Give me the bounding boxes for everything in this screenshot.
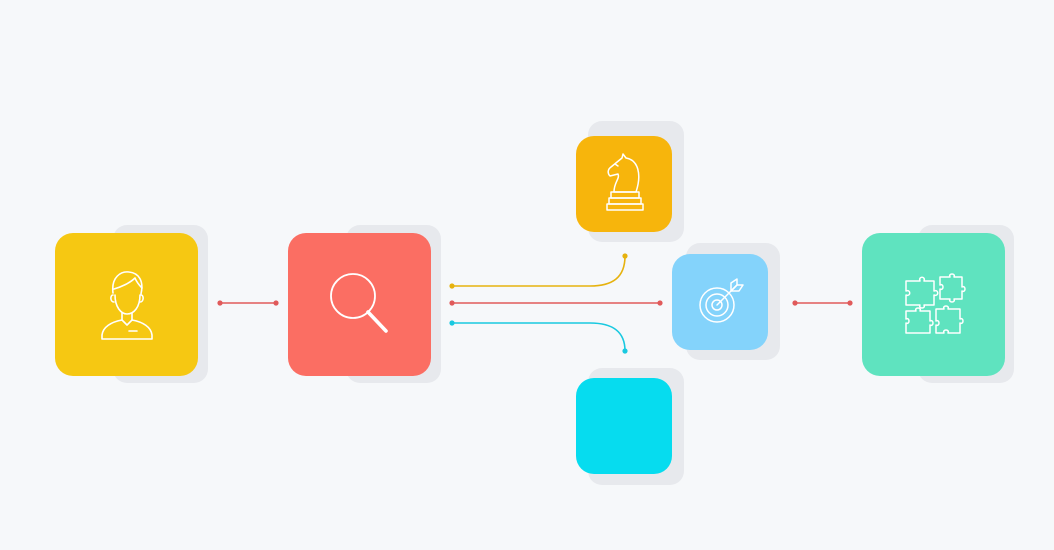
edge-search-plain bbox=[449, 320, 628, 354]
plain-tile bbox=[576, 378, 672, 474]
edge-search-target bbox=[449, 300, 663, 306]
strategy-tile bbox=[576, 136, 672, 232]
user-icon bbox=[100, 270, 153, 340]
target-tile bbox=[672, 254, 768, 350]
puzzle-icon bbox=[904, 272, 966, 334]
search-tile bbox=[288, 233, 431, 376]
edge-search-strategy bbox=[449, 253, 628, 289]
target-icon bbox=[699, 278, 744, 323]
user-tile bbox=[55, 233, 198, 376]
edge-target-puzzle bbox=[792, 300, 853, 306]
magnifier-icon bbox=[329, 272, 388, 333]
edge-user-search bbox=[217, 300, 279, 306]
puzzle-tile bbox=[862, 233, 1005, 376]
chess-knight-icon bbox=[606, 153, 644, 211]
